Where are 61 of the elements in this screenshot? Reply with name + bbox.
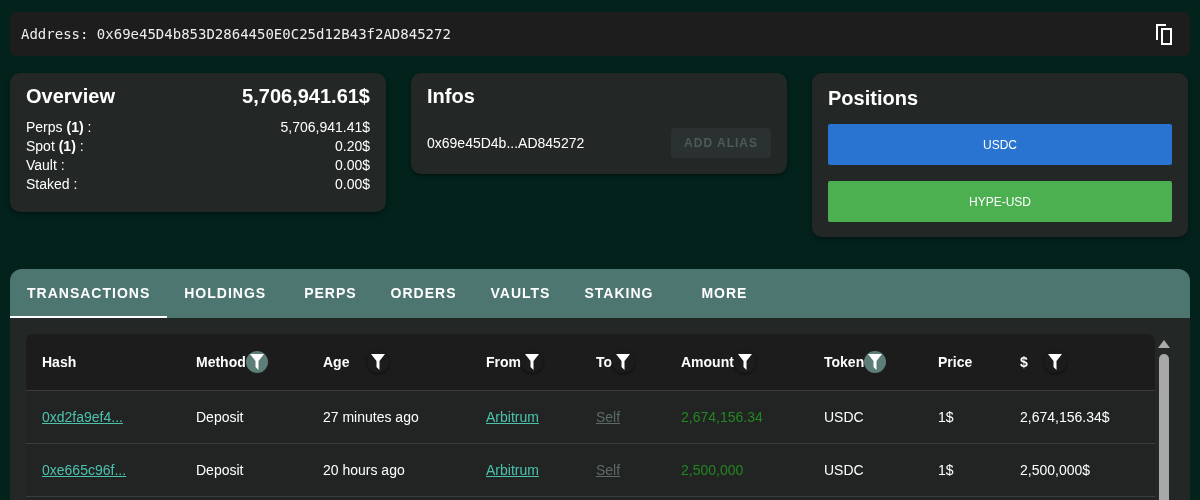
position-button[interactable]: USDC: [828, 124, 1172, 165]
table-link[interactable]: Arbitrum: [486, 409, 539, 425]
card-title: Infos: [427, 85, 475, 107]
column-header: $: [1020, 354, 1029, 370]
filter-icon: [371, 354, 385, 370]
balance-label: Vault :: [26, 156, 65, 175]
table-cell: Deposit: [196, 462, 244, 478]
balance-label: Spot (1) :: [26, 137, 84, 156]
tab[interactable]: ORDERS: [373, 269, 474, 318]
tab[interactable]: HOLDINGS: [167, 269, 284, 318]
position-button[interactable]: HYPE-USD: [828, 181, 1172, 222]
table-cell: USDC: [824, 409, 864, 425]
table-cell: 2,674,156.34$: [1020, 409, 1110, 425]
table-cell: 2,500,000$: [1020, 462, 1091, 478]
copy-icon[interactable]: [1154, 22, 1174, 46]
table-link[interactable]: 0xd2fa9ef4...: [42, 409, 123, 425]
tab[interactable]: VAULTS: [473, 269, 568, 318]
column-header: Age: [323, 354, 351, 370]
card-title: Positions: [828, 87, 918, 109]
filter-button[interactable]: [245, 351, 268, 373]
tab[interactable]: MORE: [684, 269, 765, 318]
column-header: Hash: [42, 354, 77, 370]
table-cell: 2,500,000: [681, 462, 744, 478]
balance-value: 5,706,941.41$: [280, 118, 370, 137]
table-cell: 1$: [938, 409, 954, 425]
tab[interactable]: PERPS: [287, 269, 374, 318]
filter-icon: [525, 354, 539, 370]
address-text: Address: 0x69e45D4b853D2864450E0C25d12B43f2AD845272: [21, 26, 451, 42]
filter-icon: [737, 354, 752, 370]
column-header: Token: [824, 354, 865, 370]
balance-value: 0.20$: [334, 137, 370, 156]
table-link[interactable]: Self: [596, 462, 621, 478]
tab[interactable]: TRANSACTIONS: [10, 269, 168, 318]
table-cell: 20 hours ago: [323, 462, 405, 478]
short-address: 0x69e45D4b...AD845272: [427, 135, 585, 151]
column-header: From: [486, 354, 521, 370]
balance-label: Perps (1) :: [26, 118, 92, 137]
table-link[interactable]: 0xe665c96f...: [42, 462, 127, 478]
table-cell: 27 minutes ago: [323, 409, 419, 425]
filter-button[interactable]: [864, 351, 887, 373]
balance-value: 0.00$: [334, 156, 370, 175]
tab[interactable]: STAKING: [567, 269, 671, 318]
column-header: To: [596, 354, 613, 370]
balance-label: Staked :: [26, 175, 78, 194]
column-header: Price: [938, 354, 973, 370]
table-link[interactable]: Self: [596, 409, 621, 425]
filter-icon: [249, 354, 264, 370]
column-header: Method: [196, 354, 246, 370]
filter-icon: [616, 354, 631, 370]
filter-icon: [1048, 354, 1062, 370]
scroll-up-icon: [1157, 340, 1170, 348]
table-cell: USDC: [824, 462, 864, 478]
table-cell: 2,674,156.34: [681, 409, 763, 425]
column-header: Amount: [681, 354, 734, 370]
table-cell: Deposit: [196, 409, 244, 425]
table-cell: 1$: [938, 462, 954, 478]
table-link[interactable]: Arbitrum: [486, 462, 539, 478]
balance-value: 0.00$: [334, 175, 370, 194]
filter-icon: [868, 354, 883, 370]
total-value: 5,706,941.61$: [242, 85, 370, 108]
card-title: Overview: [26, 85, 115, 108]
